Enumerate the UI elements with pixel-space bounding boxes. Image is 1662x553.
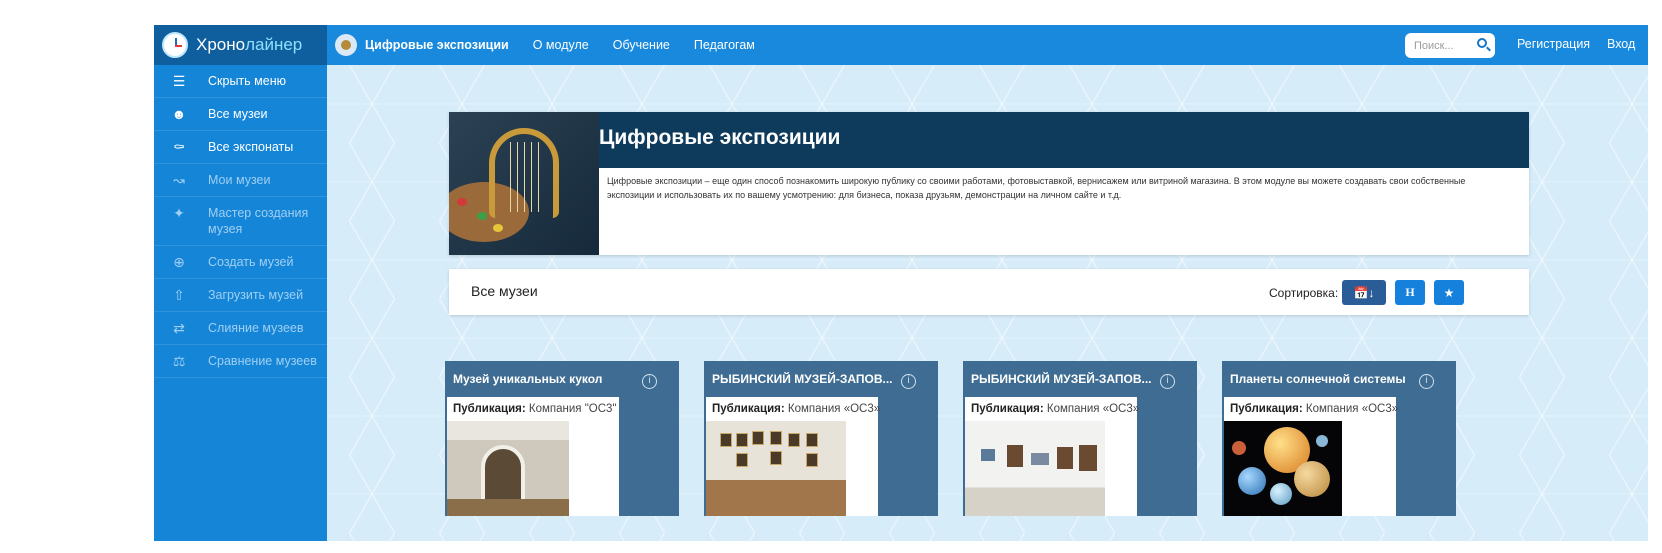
clock-logo-icon — [162, 32, 188, 58]
chart-icon: ↝ — [173, 172, 185, 188]
app-window: Хроно лайнер ☰ Скрыть меню ☻ Все музеи ⚰ … — [154, 25, 1648, 541]
search-icon[interactable] — [1477, 38, 1487, 48]
museum-card[interactable]: Музей уникальных кукол i Публикация: Ком… — [445, 361, 679, 516]
museum-card[interactable]: РЫБИНСКИЙ МУЗЕЙ-ЗАПОВ... i Публикация: К… — [704, 361, 938, 516]
museum-card[interactable]: Планеты солнечной системы i Публикация: … — [1222, 361, 1456, 516]
museums-list-header: Все музеи Сортировка: 📅↓ Н ★ — [449, 269, 1529, 315]
search-placeholder: Поиск... — [1414, 39, 1454, 52]
info-icon[interactable]: i — [642, 374, 657, 389]
sidebar-item-museum-wizard[interactable]: ✦ Мастер создания музея — [154, 197, 327, 246]
info-icon[interactable]: i — [1160, 374, 1175, 389]
sidebar-item-label: Загрузить музей — [208, 288, 304, 302]
sidebar-item-label: Скрыть меню — [208, 74, 286, 88]
register-link[interactable]: Регистрация — [1517, 37, 1590, 51]
card-thumbnail[interactable] — [965, 421, 1105, 516]
brand-logo[interactable]: Хроно лайнер — [154, 25, 327, 65]
nav-module-title[interactable]: Цифровые экспозиции — [365, 38, 509, 52]
publication-org: Компания «ОС3» — [1046, 403, 1140, 415]
sidebar-item-all-exhibits[interactable]: ⚰ Все экспонаты — [154, 131, 327, 164]
card-publication: Публикация: Компания «ОС3» — [712, 403, 880, 415]
nav-training[interactable]: Обучение — [613, 38, 670, 52]
wand-icon: ✦ — [173, 205, 185, 221]
card-panel: Публикация: Компания "ОС3" — [447, 397, 619, 516]
sort-label: Сортировка: — [1269, 286, 1339, 300]
sort-by-rating-button[interactable]: ★ — [1434, 280, 1464, 305]
scales-icon: ⚖ — [172, 353, 186, 369]
card-title[interactable]: РЫБИНСКИЙ МУЗЕЙ-ЗАПОВ... — [971, 372, 1161, 386]
menu-icon: ☰ — [172, 73, 186, 89]
info-icon[interactable]: i — [1419, 374, 1434, 389]
sidebar-item-upload-museum[interactable]: ⇧ Загрузить музей — [154, 279, 327, 312]
card-panel: Публикация: Компания «ОС3» — [706, 397, 880, 516]
sidebar-item-label: Все музеи — [208, 107, 268, 121]
card-publication: Публикация: Компания «ОС3» — [971, 403, 1139, 415]
sidebar-item-hide-menu[interactable]: ☰ Скрыть меню — [154, 65, 327, 98]
publication-label: Публикация: — [712, 403, 785, 415]
info-icon[interactable]: i — [901, 374, 916, 389]
star-icon: ★ — [1443, 285, 1455, 300]
hero-description: Цифровые экспозиции – еще один способ по… — [607, 176, 1466, 200]
sidebar-item-compare-museums[interactable]: ⚖ Сравнение музеев — [154, 345, 327, 378]
sidebar: Хроно лайнер ☰ Скрыть меню ☻ Все музеи ⚰ … — [154, 25, 327, 541]
publication-label: Публикация: — [1230, 403, 1303, 415]
sort-by-date-button[interactable]: 📅↓ — [1342, 280, 1386, 305]
card-panel: Публикация: Компания «ОС3» — [1224, 397, 1398, 516]
publication-org: Компания «ОС3» — [787, 403, 881, 415]
publication-label: Публикация: — [971, 403, 1044, 415]
card-title[interactable]: Музей уникальных кукол — [453, 372, 643, 386]
sort-by-name-button[interactable]: Н — [1395, 280, 1425, 305]
publication-label: Публикация: — [453, 403, 526, 415]
card-thumbnail[interactable] — [1224, 421, 1342, 516]
brand-name-part2: лайнер — [245, 35, 303, 54]
sidebar-item-merge-museums[interactable]: ⇄ Слияние музеев — [154, 312, 327, 345]
sidebar-item-label: Мои музеи — [208, 173, 271, 187]
nav-teachers[interactable]: Педагогам — [694, 38, 755, 52]
vase-icon: ⚰ — [173, 139, 185, 155]
sidebar-item-label: Создать музей — [208, 255, 294, 269]
card-publication: Публикация: Компания «ОС3» — [1230, 403, 1398, 415]
login-link[interactable]: Вход — [1607, 37, 1635, 51]
card-publication: Публикация: Компания "ОС3" — [453, 403, 617, 415]
search-input[interactable]: Поиск... — [1405, 33, 1495, 58]
sidebar-item-label: Сравнение музеев — [208, 354, 317, 368]
publication-org: Компания "ОС3" — [528, 403, 617, 415]
sidebar-item-label: Слияние музеев — [208, 321, 304, 335]
sidebar-item-my-museums[interactable]: ↝ Мои музеи — [154, 164, 327, 197]
sort-alpha-label: Н — [1405, 285, 1415, 299]
card-thumbnail[interactable] — [706, 421, 846, 516]
users-icon: ☻ — [171, 106, 187, 122]
card-thumbnail[interactable] — [447, 421, 569, 516]
hero-title: Цифровые экспозиции — [599, 126, 841, 149]
hero-header: Цифровые экспозиции — [599, 112, 1529, 168]
museum-card[interactable]: РЫБИНСКИЙ МУЗЕЙ-ЗАПОВ... i Публикация: К… — [963, 361, 1197, 516]
calendar-sort-icon: 📅↓ — [1353, 285, 1375, 300]
nav-about[interactable]: О модуле — [533, 38, 589, 52]
main-content: Цифровые экспозиции Цифровые экспозиции … — [327, 65, 1648, 541]
publication-org: Компания «ОС3» — [1305, 403, 1399, 415]
harp-palette-image — [449, 112, 599, 255]
card-title[interactable]: Планеты солнечной системы — [1230, 372, 1420, 386]
card-panel: Публикация: Компания «ОС3» — [965, 397, 1139, 516]
module-hero: Цифровые экспозиции Цифровые экспозиции … — [449, 112, 1529, 255]
upload-icon: ⇧ — [173, 287, 185, 303]
merge-icon: ⇄ — [173, 320, 185, 336]
sidebar-item-label: Мастер создания музея — [208, 206, 309, 236]
plus-circle-icon: ⊕ — [173, 254, 185, 270]
card-title[interactable]: РЫБИНСКИЙ МУЗЕЙ-ЗАПОВ... — [712, 372, 902, 386]
sidebar-item-create-museum[interactable]: ⊕ Создать музей — [154, 246, 327, 279]
top-navbar: Цифровые экспозиции О модуле Обучение Пе… — [327, 25, 1648, 65]
sidebar-item-all-museums[interactable]: ☻ Все музеи — [154, 98, 327, 131]
sidebar-item-label: Все экспонаты — [208, 140, 294, 154]
module-icon — [335, 34, 357, 56]
brand-name-part1: Хроно — [196, 35, 246, 54]
list-title: Все музеи — [471, 283, 538, 299]
